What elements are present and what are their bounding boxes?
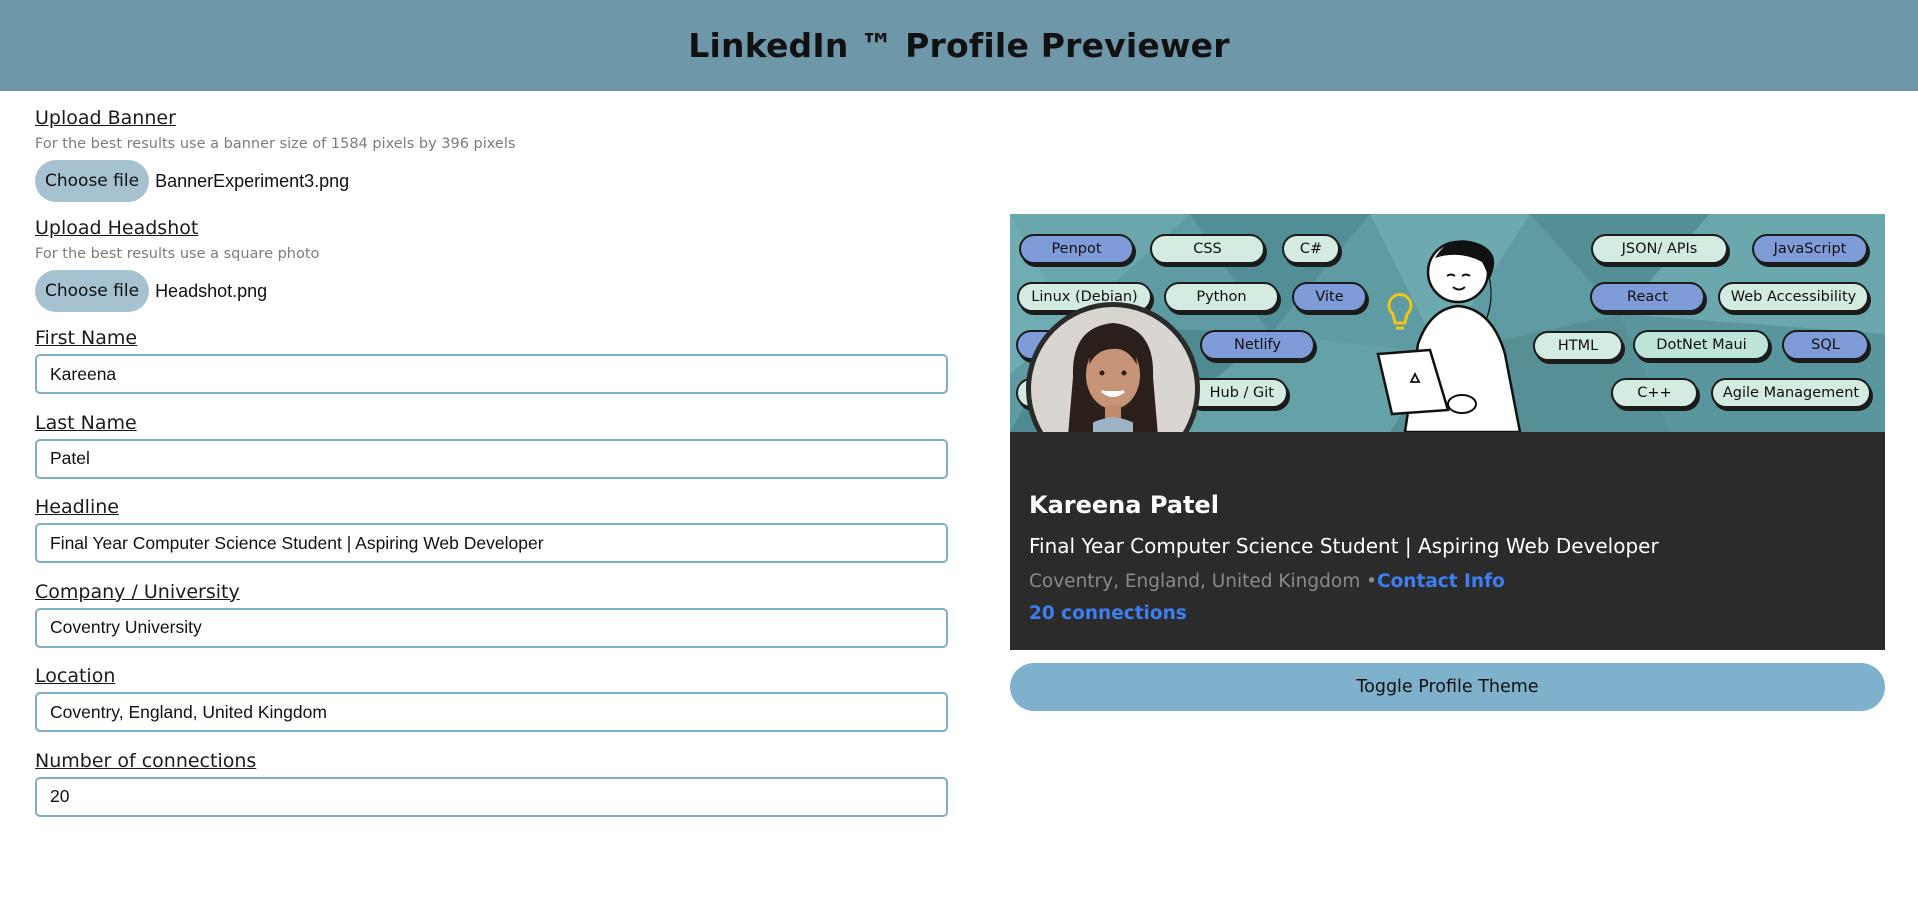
banner-tag-github: Hub / Git	[1186, 378, 1288, 408]
banner-tag-javascript: JavaScript	[1752, 234, 1868, 264]
connections-label: Number of connections	[35, 749, 257, 772]
company-label: Company / University	[35, 580, 240, 603]
banner-tag-react: React	[1590, 282, 1705, 312]
location-group: Location	[35, 662, 950, 747]
upload-banner-hint: For the best results use a banner size o…	[35, 136, 516, 152]
headshot-file-picker: Choose file Headshot.png	[35, 270, 950, 312]
profile-location: Coventry, England, United Kingdom	[1029, 571, 1361, 592]
profile-location-line: Coventry, England, United Kingdom •Conta…	[1029, 569, 1866, 595]
banner-tag-web-accessibility: Web Accessibility	[1718, 282, 1869, 312]
company-input[interactable]	[35, 607, 948, 648]
choose-banner-button[interactable]: Choose file	[35, 160, 150, 202]
banner-tag-python: Python	[1164, 282, 1279, 312]
upload-headshot-hint: For the best results use a square photo	[35, 246, 320, 262]
upload-headshot-label: Upload Headshot	[35, 217, 199, 239]
banner-tag-cpp: C++	[1611, 378, 1698, 408]
banner-tag-csharp: C#	[1282, 234, 1340, 264]
headline-label: Headline	[35, 496, 119, 518]
company-group: Company / University	[35, 578, 950, 663]
first-name-group: First Name	[35, 324, 950, 409]
upload-banner-label: Upload Banner	[35, 107, 176, 129]
headline-group: Headline	[35, 493, 950, 578]
last-name-group: Last Name	[35, 409, 950, 494]
first-name-input[interactable]	[35, 354, 948, 394]
connections-input[interactable]	[35, 776, 948, 817]
location-label: Location	[35, 665, 116, 687]
location-separator: •	[1360, 571, 1378, 592]
location-input[interactable]	[35, 692, 948, 732]
choose-headshot-button[interactable]: Choose file	[35, 270, 150, 312]
last-name-input[interactable]	[35, 438, 948, 479]
banner-tag-netlify: Netlify	[1200, 330, 1315, 360]
headline-input[interactable]	[35, 523, 948, 563]
last-name-label: Last Name	[35, 411, 137, 434]
connections-group: Number of connections	[35, 747, 950, 832]
profile-preview: Penpot CSS C# Linux (Debian) Python Vite…	[1010, 214, 1885, 711]
upload-headshot-group: Upload Headshot For the best results use…	[35, 214, 950, 324]
profile-name: Kareena Patel	[1029, 491, 1219, 519]
toggle-profile-theme-button[interactable]: Toggle Profile Theme	[1010, 663, 1885, 711]
headshot-photo	[1031, 307, 1195, 432]
upload-banner-group: Upload Banner For the best results use a…	[35, 104, 950, 214]
app-header: LinkedIn ™ Profile Previewer	[0, 0, 1918, 91]
banner-tag-sql: SQL	[1782, 330, 1869, 360]
contact-info-link[interactable]: Contact Info	[1377, 571, 1505, 592]
profile-banner: Penpot CSS C# Linux (Debian) Python Vite…	[1010, 214, 1885, 432]
banner-file-picker: Choose file BannerExperiment3.png	[35, 160, 950, 202]
headshot-image	[1031, 307, 1195, 432]
banner-tag-html: HTML	[1533, 331, 1623, 361]
app-title: LinkedIn ™ Profile Previewer	[688, 26, 1230, 65]
banner-tag-penpot: Penpot	[1019, 234, 1134, 264]
banner-tag-dotnet-maui: DotNet Maui	[1633, 330, 1770, 360]
banner-tag-json: JSON/ APIs	[1591, 234, 1728, 264]
banner-tag-agile: Agile Management	[1711, 378, 1871, 408]
headshot-file-name: Headshot.png	[155, 280, 268, 301]
banner-tag-css: CSS	[1150, 234, 1265, 264]
banner-tag-vite: Vite	[1292, 282, 1367, 312]
profile-headline: Final Year Computer Science Student | As…	[1029, 534, 1659, 558]
first-name-label: First Name	[35, 327, 138, 349]
profile-card-body: Kareena Patel Final Year Computer Scienc…	[1010, 432, 1885, 650]
connections-link[interactable]: 20 connections	[1029, 602, 1866, 626]
banner-file-name: BannerExperiment3.png	[155, 170, 350, 191]
profile-form: Upload Banner For the best results use a…	[35, 104, 950, 831]
